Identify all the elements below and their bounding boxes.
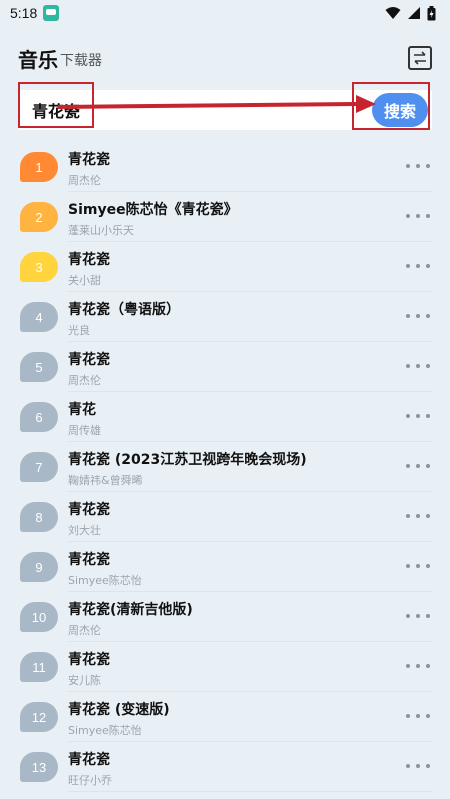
more-options-icon[interactable] [406,210,430,222]
song-row[interactable]: 5 青花瓷周杰伦 [0,342,450,392]
song-row[interactable]: 11 青花瓷安儿陈 [0,642,450,692]
search-results-list: 1 青花瓷 周杰伦 2 Simyee陈芯怡《青花瓷》 蓬莱山小乐天 3 青花瓷 关小甜 4 青花瓷（… [0,142,450,792]
song-artist: 旺仔小乔 [68,774,112,787]
status-time: 5:18 [10,5,38,21]
song-title: Simyee陈芯怡《青花瓷》 [68,202,238,218]
song-title: 青花瓷(清新吉他版) [68,602,193,618]
more-options-icon[interactable] [406,460,430,472]
song-title: 青花瓷 (变速版) [68,702,170,718]
more-options-icon[interactable] [406,610,430,622]
song-row[interactable]: 2 Simyee陈芯怡《青花瓷》 蓬莱山小乐天 [0,192,450,242]
song-title: 青花瓷 (2023江苏卫视跨年晚会现场) [68,452,307,468]
annotation-box-button [352,82,430,130]
song-title: 青花瓷 [68,152,110,168]
more-options-icon[interactable] [406,360,430,372]
rank-badge: 13 [20,752,58,782]
app-subtitle: 下载器 [60,53,102,69]
song-artist: 刘大壮 [68,524,101,537]
song-artist: 周杰伦 [68,374,101,387]
rank-badge: 8 [20,502,58,532]
swap-source-button[interactable] [408,46,432,70]
swap-icon [414,51,426,65]
battery-icon [427,5,436,20]
song-row[interactable]: 9 青花瓷 Simyee陈芯怡 [0,542,450,592]
rank-badge: 3 [20,252,58,282]
song-row[interactable]: 10 青花瓷(清新吉他版) 周杰伦 [0,592,450,642]
song-row[interactable]: 4 青花瓷（粤语版） 光良 [0,292,450,342]
song-artist: 关小甜 [68,274,101,287]
more-options-icon[interactable] [406,160,430,172]
song-row[interactable]: 7 青花瓷 (2023江苏卫视跨年晚会现场) 鞠婧祎&曾舜晞 [0,442,450,492]
song-artist: 蓬莱山小乐天 [68,224,134,237]
rank-badge: 9 [20,552,58,582]
status-bar: 5:18 [0,0,450,26]
annotation-box-input [18,82,94,128]
status-indicators [385,5,436,21]
song-row[interactable]: 12 青花瓷 (变速版) Simyee陈芯怡 [0,692,450,742]
song-title: 青花瓷 [68,752,110,768]
song-row[interactable]: 13 青花瓷旺仔小乔 [0,742,450,792]
app-title: 音乐 [18,48,58,72]
rank-badge: 6 [20,402,58,432]
rank-badge: 10 [20,602,58,632]
song-title: 青花瓷 [68,252,110,268]
song-title: 青花 [68,402,96,418]
song-row[interactable]: 1 青花瓷周杰伦 [0,142,450,192]
app-header: 音乐 下载器 [0,36,450,80]
wifi-icon [385,7,401,19]
song-row[interactable]: 3 青花瓷关小甜 [0,242,450,292]
song-artist: 光良 [68,324,90,337]
song-artist: 鞠婧祎&曾舜晞 [68,474,143,487]
more-options-icon[interactable] [406,260,430,272]
rank-badge: 12 [20,702,58,732]
song-artist: Simyee陈芯怡 [68,574,142,587]
song-title: 青花瓷 [68,552,110,568]
more-options-icon[interactable] [406,660,430,672]
rank-badge: 1 [20,152,58,182]
more-options-icon[interactable] [406,310,430,322]
notification-app-icon [43,5,60,21]
song-row[interactable]: 8 青花瓷刘大壮 [0,492,450,542]
song-artist: 安儿陈 [68,674,101,687]
song-title: 青花瓷 [68,652,110,668]
song-artist: 周杰伦 [68,174,101,187]
more-options-icon[interactable] [406,760,430,772]
song-artist: 周传雄 [68,424,101,437]
signal-icon [408,7,420,19]
more-options-icon[interactable] [406,710,430,722]
song-title: 青花瓷（粤语版） [68,302,180,318]
song-title: 青花瓷 [68,352,110,368]
song-artist: Simyee陈芯怡 [68,724,142,737]
rank-badge: 7 [20,452,58,482]
song-title: 青花瓷 [68,502,110,518]
more-options-icon[interactable] [406,560,430,572]
rank-badge: 11 [20,652,58,682]
more-options-icon[interactable] [406,510,430,522]
song-row[interactable]: 6 青花周传雄 [0,392,450,442]
rank-badge: 2 [20,202,58,232]
rank-badge: 5 [20,352,58,382]
more-options-icon[interactable] [406,410,430,422]
song-artist: 周杰伦 [68,624,101,637]
rank-badge: 4 [20,302,58,332]
